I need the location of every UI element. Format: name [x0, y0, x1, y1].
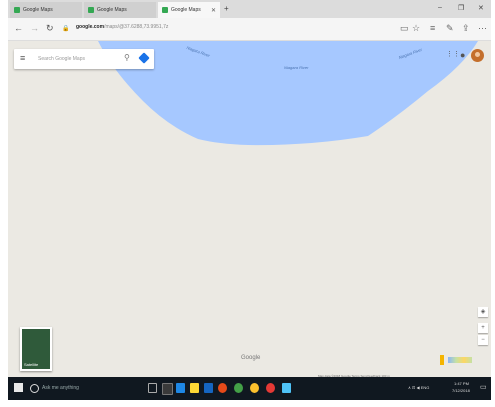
lock-icon: 🔒 — [62, 26, 70, 32]
map-water-layer — [98, 41, 478, 146]
browser-tab-strip: Google Maps Google Maps Google Maps ✕ + … — [8, 0, 491, 18]
app-icon[interactable] — [250, 383, 259, 393]
tab-google-maps-active[interactable]: Google Maps ✕ — [158, 2, 220, 18]
system-tray[interactable]: ∧ ⊡ ◀ ENG — [408, 385, 429, 390]
menu-icon[interactable]: ≡ — [20, 53, 25, 63]
new-tab-button[interactable]: + — [224, 4, 229, 13]
forward-button[interactable]: → — [30, 23, 39, 33]
browser-nav-bar: ← → ↻ 🔒 google.com/maps/@37.6288,73.9951… — [8, 18, 491, 41]
desktop-screen: Google Maps Google Maps Google Maps ✕ + … — [8, 0, 491, 400]
close-window-button[interactable]: ✕ — [478, 4, 484, 12]
tab-label: Google Maps — [23, 7, 53, 13]
notifications-icon[interactable]: ● — [460, 50, 465, 60]
google-apps-icon[interactable]: ⋮⋮ — [446, 50, 460, 58]
maximize-button[interactable]: ❐ — [458, 4, 464, 12]
avatar[interactable] — [471, 49, 484, 62]
layers-toggle[interactable]: Satellite — [20, 327, 52, 371]
windows-start-icon[interactable] — [14, 383, 23, 392]
compass-button[interactable]: ◈ — [478, 307, 488, 317]
search-icon[interactable]: ⚲ — [124, 53, 130, 62]
clock-time[interactable]: 1:47 PM — [454, 381, 469, 386]
favorite-star-icon[interactable]: ☆ — [412, 23, 420, 34]
reading-view-icon[interactable]: ▭ — [400, 23, 409, 34]
map-canvas[interactable]: Niagara River Niagara River Niagara Rive… — [8, 41, 491, 378]
taskbar-search-input[interactable]: Ask me anything — [42, 385, 79, 391]
task-view-icon[interactable] — [148, 383, 157, 393]
search-box[interactable]: ≡ Search Google Maps ⚲ — [14, 49, 154, 69]
river-label: Niagara River — [284, 65, 309, 70]
url-path: /maps/@37.6288,73.9951,7z — [104, 24, 169, 30]
firefox-icon[interactable] — [218, 383, 227, 393]
refresh-button[interactable]: ↻ — [46, 23, 54, 34]
pegman-icon[interactable] — [440, 355, 444, 365]
more-icon[interactable]: ⋯ — [478, 23, 487, 34]
maps-favicon-icon — [162, 7, 168, 13]
store-icon[interactable] — [162, 383, 173, 395]
hub-icon[interactable]: ≡ — [430, 23, 435, 33]
tab-google-maps-2[interactable]: Google Maps — [84, 2, 156, 18]
share-icon[interactable]: ⇪ — [462, 23, 470, 34]
windows-taskbar: Ask me anything ∧ ⊡ ◀ ENG 1:47 PM 7/12/2… — [8, 377, 491, 400]
google-logo: Google — [241, 355, 261, 361]
cortana-icon[interactable] — [30, 384, 39, 393]
tab-google-maps-1[interactable]: Google Maps — [10, 2, 82, 18]
notes-icon[interactable]: ✎ — [446, 23, 454, 34]
file-explorer-icon[interactable] — [190, 383, 199, 393]
chrome-icon[interactable] — [234, 383, 243, 393]
maps-favicon-icon — [88, 7, 94, 13]
tab-label: Google Maps — [171, 7, 201, 13]
search-input[interactable]: Search Google Maps — [38, 56, 85, 62]
minimize-button[interactable]: – — [438, 4, 442, 11]
maps-favicon-icon — [14, 7, 20, 13]
minimap-strip[interactable] — [448, 357, 472, 363]
address-bar[interactable]: google.com/maps/@37.6288,73.9951,7z — [76, 24, 168, 30]
river-water — [98, 41, 478, 146]
close-tab-icon[interactable]: ✕ — [211, 7, 216, 14]
clock-date[interactable]: 7/12/2018 — [452, 388, 470, 393]
mail-icon[interactable] — [204, 383, 213, 393]
layers-label: Satellite — [24, 362, 39, 367]
edge-browser-icon[interactable] — [176, 383, 185, 393]
tab-label: Google Maps — [97, 7, 127, 13]
zoom-out-button[interactable]: − — [478, 335, 488, 345]
zoom-in-button[interactable]: + — [478, 323, 488, 333]
app-icon[interactable] — [282, 383, 291, 393]
directions-icon[interactable] — [138, 52, 150, 64]
action-center-icon[interactable]: ▭ — [480, 383, 487, 391]
app-icon[interactable] — [266, 383, 275, 393]
url-host: google.com — [76, 24, 105, 30]
back-button[interactable]: ← — [14, 23, 23, 33]
